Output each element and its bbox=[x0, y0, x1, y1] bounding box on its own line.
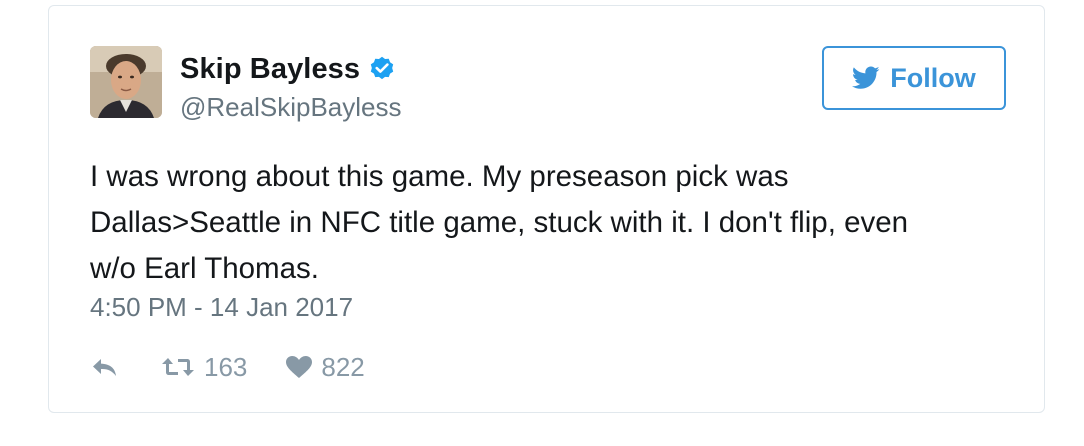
like-button[interactable]: 822 bbox=[285, 351, 365, 383]
action-bar: 163 822 bbox=[90, 351, 365, 383]
retweet-button[interactable]: 163 bbox=[160, 352, 247, 383]
reply-button[interactable] bbox=[90, 355, 120, 379]
tweet-timestamp[interactable]: 4:50 PM - 14 Jan 2017 bbox=[90, 292, 353, 323]
user-name[interactable]: Skip Bayless bbox=[180, 53, 360, 86]
tweet-card: Skip Bayless @RealSkipBayless Follow I w… bbox=[48, 5, 1045, 413]
reply-icon bbox=[90, 355, 120, 379]
retweet-count: 163 bbox=[204, 351, 248, 382]
avatar-image bbox=[90, 46, 162, 118]
user-name-row[interactable]: Skip Bayless bbox=[180, 51, 396, 87]
user-handle[interactable]: @RealSkipBayless bbox=[180, 92, 401, 123]
verified-badge-icon bbox=[368, 55, 396, 83]
avatar[interactable] bbox=[90, 46, 162, 118]
tweet-text: I was wrong about this game. My preseaso… bbox=[90, 160, 909, 285]
like-count: 822 bbox=[321, 351, 365, 382]
follow-button[interactable]: Follow bbox=[822, 46, 1006, 110]
twitter-bird-icon bbox=[852, 66, 880, 90]
follow-label: Follow bbox=[890, 62, 976, 93]
heart-icon bbox=[285, 355, 313, 379]
retweet-icon bbox=[160, 355, 196, 379]
